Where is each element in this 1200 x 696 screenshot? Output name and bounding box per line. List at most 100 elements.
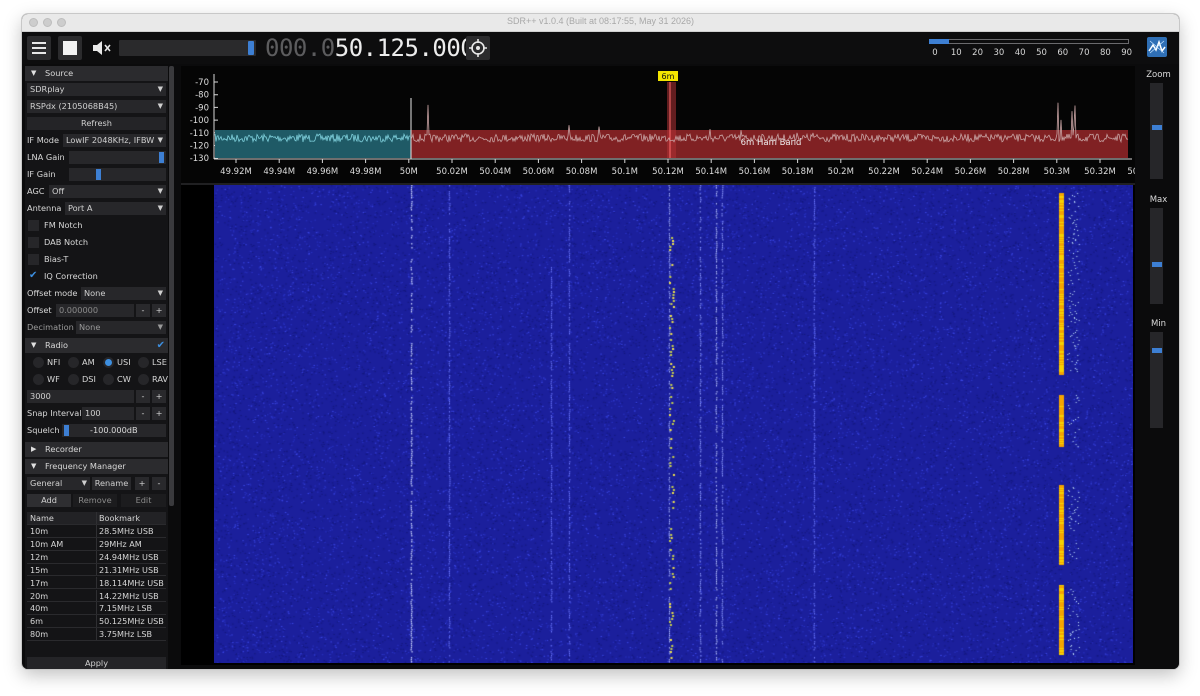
mode-cw-radio[interactable] bbox=[103, 374, 114, 385]
fm-notch-checkbox[interactable]: FM Notch bbox=[25, 218, 168, 233]
min-slider[interactable] bbox=[1150, 332, 1163, 428]
volume-knob[interactable] bbox=[248, 41, 254, 55]
recorder-header[interactable]: ▶ Recorder bbox=[25, 442, 168, 457]
bookmark-name: 15m bbox=[30, 564, 49, 575]
bookmark-row[interactable]: 40m 7.15MHz LSB bbox=[27, 602, 166, 616]
remove-list-button[interactable]: - bbox=[152, 477, 166, 490]
squelch-knob[interactable] bbox=[64, 425, 69, 436]
snap-minus-button[interactable]: - bbox=[136, 407, 150, 420]
bandwidth-input[interactable]: 3000 bbox=[27, 390, 134, 403]
refresh-button[interactable]: Refresh bbox=[27, 117, 166, 130]
sdrpp-logo[interactable] bbox=[1147, 37, 1167, 57]
frequency-digits[interactable]: 50.125.000 bbox=[335, 34, 475, 62]
bandwidth-plus-button[interactable]: + bbox=[152, 390, 166, 403]
bandwidth-minus-button[interactable]: - bbox=[136, 390, 150, 403]
bookmark-row[interactable]: 15m 21.31MHz USB bbox=[27, 563, 166, 577]
bookmark-row[interactable]: 80m 3.75MHz LSB bbox=[27, 628, 166, 641]
menu-button[interactable] bbox=[27, 36, 51, 60]
center-tuning-button[interactable] bbox=[466, 36, 490, 60]
dab-notch-checkbox[interactable]: DAB Notch bbox=[25, 235, 168, 250]
device-select[interactable]: SDRplay ▼ bbox=[27, 83, 166, 96]
sidebar-scrollbar[interactable] bbox=[169, 66, 174, 506]
title-bar: SDR++ v1.0.4 (Built at 08:17:55, May 31 … bbox=[22, 14, 1179, 32]
offset-label: Offset bbox=[27, 305, 52, 315]
waterfall[interactable] bbox=[214, 185, 1133, 663]
max-knob[interactable] bbox=[1152, 262, 1162, 267]
snap-interval-input[interactable]: 100 bbox=[82, 407, 134, 420]
frequency-display[interactable]: 000.050.125.000 bbox=[265, 34, 475, 62]
frequency-leading-digits[interactable]: 000.0 bbox=[265, 34, 335, 62]
lna-gain-knob[interactable] bbox=[159, 152, 164, 163]
remove-bookmark-button[interactable]: Remove bbox=[73, 494, 117, 507]
snr-tick-label: 50 bbox=[1036, 48, 1047, 58]
source-header[interactable]: ▼ Source bbox=[25, 66, 168, 81]
add-bookmark-button[interactable]: Add bbox=[27, 494, 71, 507]
sidebar: ▼ Source SDRplay ▼ RSPdx (2105068B45) ▼ Ref… bbox=[25, 66, 168, 669]
offset-plus-button[interactable]: + bbox=[152, 304, 166, 317]
mode-lsb-radio[interactable] bbox=[138, 357, 149, 368]
min-knob[interactable] bbox=[1152, 348, 1162, 353]
spectrum-view[interactable]: -70 -80 -90 -100 -110 -120 -130 6m Ham Band 6m 49… bbox=[181, 66, 1135, 665]
decimation-select[interactable]: None ▼ bbox=[76, 321, 166, 334]
apply-button[interactable]: Apply bbox=[27, 657, 166, 669]
frequency-manager-header[interactable]: ▼ Frequency Manager bbox=[25, 459, 168, 474]
bookmark-row[interactable]: 17m 18.114MHz USB bbox=[27, 576, 166, 590]
zoom-slider[interactable] bbox=[1150, 83, 1163, 179]
agc-select[interactable]: Off ▼ bbox=[49, 185, 166, 198]
rename-button[interactable]: Rename bbox=[92, 477, 131, 490]
add-list-button[interactable]: + bbox=[135, 477, 149, 490]
snr-tick-label: 0 bbox=[932, 48, 938, 58]
fft-y-tick-label: -80 bbox=[195, 91, 209, 101]
fft-x-tick-label: 50.3M bbox=[1044, 167, 1070, 177]
bookmark-name: 6m bbox=[30, 616, 44, 627]
snr-track bbox=[929, 39, 1129, 44]
snr-tick-label: 30 bbox=[993, 48, 1005, 58]
bookmark-row[interactable]: 12m 24.94MHz USB bbox=[27, 550, 166, 564]
device-id-select[interactable]: RSPdx (2105068B45) ▼ bbox=[27, 100, 166, 113]
window-title: SDR++ v1.0.4 (Built at 08:17:55, May 31 … bbox=[506, 16, 695, 26]
bookmark-frequency: 24.94MHz USB bbox=[99, 551, 159, 562]
fft-plot[interactable]: -70-80-90-100-110-120-1306m Ham Band6m49… bbox=[181, 66, 1135, 183]
fft-x-tick-label: 50.24M bbox=[911, 167, 943, 177]
radio-enabled-check-icon[interactable]: ✔ bbox=[157, 338, 165, 353]
snap-plus-button[interactable]: + bbox=[152, 407, 166, 420]
mode-row-1: NFI AM USI LSE bbox=[25, 355, 168, 370]
bookmark-row[interactable]: 20m 14.22MHz USB bbox=[27, 589, 166, 603]
max-label: Max bbox=[1149, 195, 1168, 205]
offset-input[interactable]: 0.000000 bbox=[56, 304, 134, 317]
volume-slider[interactable] bbox=[119, 40, 256, 56]
bookmark-list-select[interactable]: General ▼ bbox=[27, 477, 90, 490]
if-mode-select[interactable]: LowIF 2048KHz, IFBW ▼ bbox=[63, 134, 166, 147]
bookmark-row[interactable]: 6m 50.125MHz USB bbox=[27, 615, 166, 629]
mode-raw-radio[interactable] bbox=[138, 374, 149, 385]
bias-t-checkbox[interactable]: Bias-T bbox=[25, 252, 168, 267]
lna-gain-slider[interactable] bbox=[69, 151, 166, 164]
mode-dsb-radio[interactable] bbox=[68, 374, 79, 385]
bookmark-name: 20m bbox=[30, 590, 49, 601]
if-gain-knob[interactable] bbox=[96, 169, 101, 180]
if-gain-slider[interactable] bbox=[69, 168, 166, 181]
mute-button[interactable] bbox=[89, 36, 113, 60]
fft-x-tick-label: 50.2M bbox=[828, 167, 854, 177]
edit-bookmark-button[interactable]: Edit bbox=[121, 494, 166, 507]
iq-correction-checkbox[interactable]: ✔ IQ Correction bbox=[25, 269, 168, 284]
bookmark-row[interactable]: 10m AM 29MHz AM bbox=[27, 537, 166, 551]
mode-nfm-radio[interactable] bbox=[33, 357, 44, 368]
radio-header[interactable]: ▼ Radio ✔ bbox=[25, 338, 168, 353]
stop-button[interactable] bbox=[58, 36, 82, 60]
bookmark-row[interactable]: 10m 28.5MHz USB bbox=[27, 525, 166, 538]
offset-mode-select[interactable]: None ▼ bbox=[81, 287, 166, 300]
max-slider[interactable] bbox=[1150, 208, 1163, 304]
mode-wfm-radio[interactable] bbox=[33, 374, 44, 385]
squelch-slider[interactable]: -100.000dB bbox=[62, 424, 166, 437]
antenna-select[interactable]: Port A ▼ bbox=[65, 202, 166, 215]
snr-tick-label: 60 bbox=[1057, 48, 1069, 58]
antenna-label: Antenna bbox=[27, 203, 62, 213]
squelch-value: -100.000dB bbox=[90, 425, 138, 435]
offset-minus-button[interactable]: - bbox=[136, 304, 150, 317]
mode-usb-radio[interactable] bbox=[103, 357, 114, 368]
zoom-knob[interactable] bbox=[1152, 125, 1162, 130]
mode-am-radio[interactable] bbox=[68, 357, 79, 368]
fft-x-tick-label: 50M bbox=[400, 167, 418, 177]
bookmark-frequency: 21.31MHz USB bbox=[99, 564, 159, 575]
